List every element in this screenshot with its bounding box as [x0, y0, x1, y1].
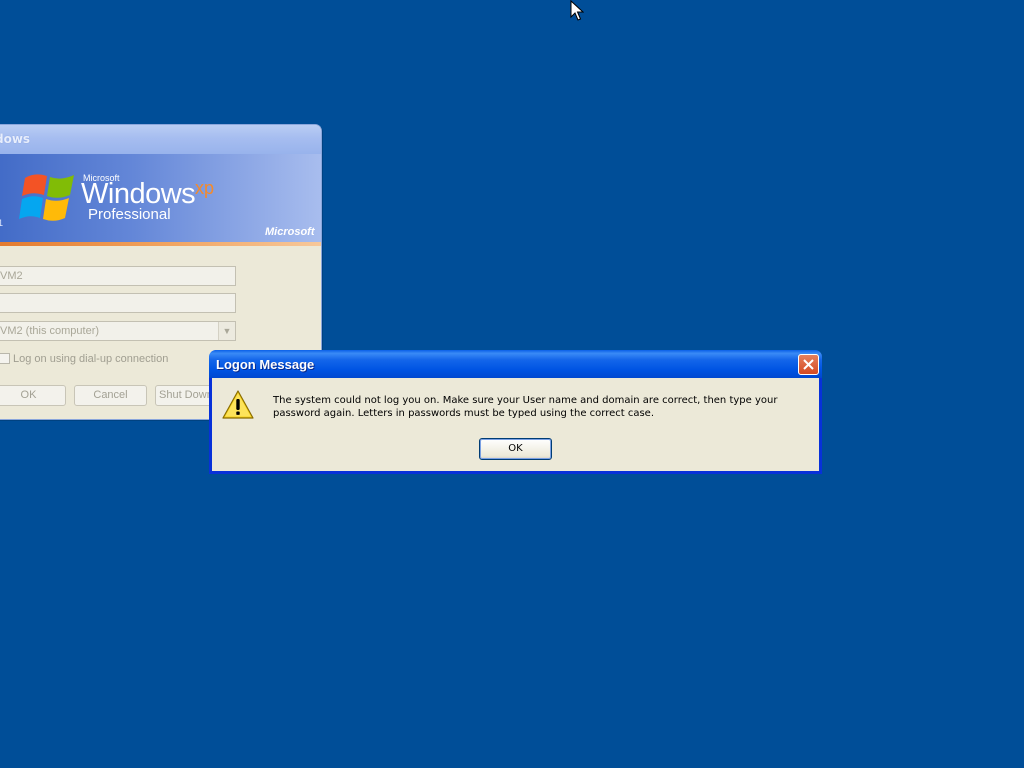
microsoft-brand: Microsoft	[265, 226, 315, 238]
dialup-label: Log on using dial-up connection	[13, 353, 169, 365]
banner-stripe	[0, 242, 321, 246]
domain-select-value: VM2 (this computer)	[0, 325, 100, 337]
mouse-cursor-icon	[570, 0, 584, 21]
dialog-body: The system could not log you on. Make su…	[212, 378, 819, 471]
logon-ok-button[interactable]: OK	[0, 385, 66, 406]
close-icon	[803, 359, 814, 370]
chevron-down-icon[interactable]: ▼	[218, 322, 235, 340]
edition-text: Professional	[88, 206, 171, 223]
logon-message-dialog: Logon Message The system could not log y…	[209, 350, 822, 474]
close-button[interactable]	[798, 354, 819, 375]
password-field[interactable]	[0, 293, 236, 313]
logon-window-title: dows	[0, 125, 321, 154]
dialog-ok-button[interactable]: OK	[479, 438, 552, 460]
user-name-field[interactable]: VM2	[0, 266, 236, 286]
dialup-option[interactable]: Log on using dial-up connection	[0, 353, 168, 365]
windows-flag-logo	[19, 174, 74, 221]
warning-icon	[222, 390, 254, 419]
windows-xp-banner: Microsoft Windows xp Professional Micros…	[0, 154, 321, 242]
dialog-message: The system could not log you on. Make su…	[273, 395, 778, 419]
xp-wordmark: xp	[195, 178, 215, 198]
dialog-titlebar[interactable]: Logon Message	[209, 350, 822, 378]
dialup-checkbox[interactable]	[0, 353, 10, 364]
domain-select[interactable]: VM2 (this computer) ▼	[0, 321, 236, 341]
logon-cancel-button[interactable]: Cancel	[74, 385, 147, 406]
dialog-title: Logon Message	[216, 357, 315, 372]
desktop: dows Microsoft Windows xp Professional M…	[0, 0, 1024, 768]
copyright-mark: 1	[0, 218, 3, 228]
